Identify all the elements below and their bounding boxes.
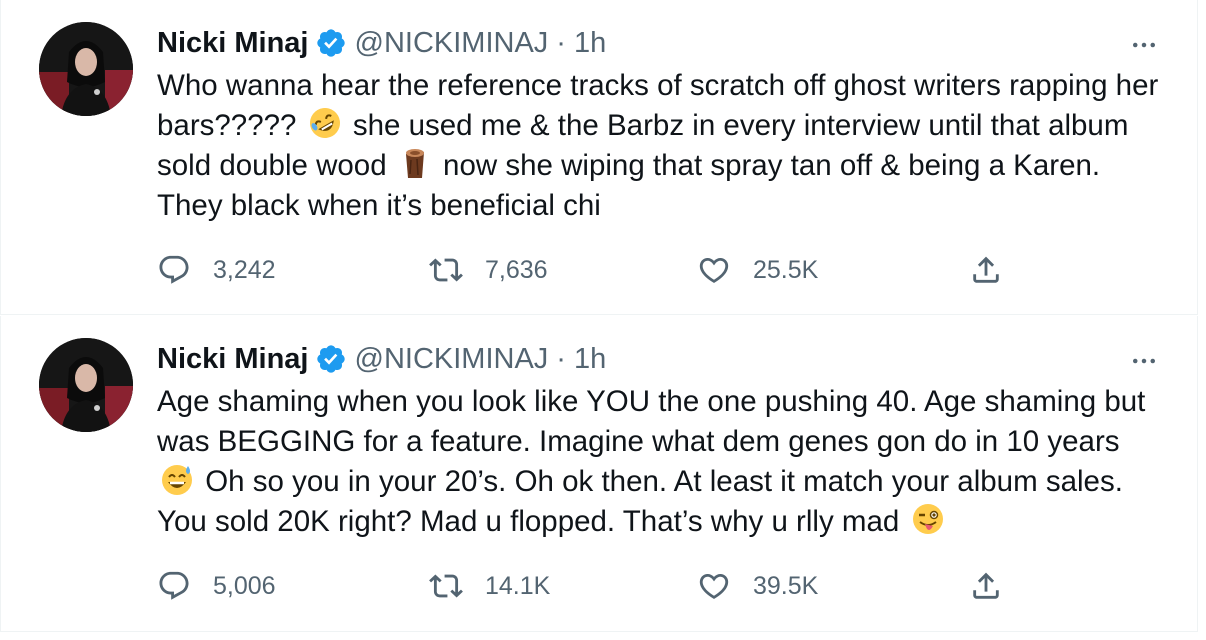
- tweet-actions: 5,006 14.1K 39.5K: [157, 568, 1017, 604]
- tweet-actions: 3,242 7,636 25.5K: [157, 252, 1017, 288]
- wood-log-emoji: [405, 149, 424, 178]
- share-button[interactable]: [969, 568, 1003, 604]
- tweet-header: Nicki Minaj @NICKIMINAJ · 1h: [157, 340, 606, 378]
- separator-dot: ·: [556, 26, 566, 59]
- author-handle[interactable]: @NICKIMINAJ: [355, 343, 549, 376]
- retweet-button[interactable]: 7,636: [429, 252, 548, 288]
- share-button[interactable]: [969, 252, 1003, 288]
- tweet-text-part: Oh so you in your 20’s. Oh ok then. At l…: [157, 465, 1123, 538]
- verified-badge-icon: [316, 345, 345, 373]
- more-icon[interactable]: [1129, 346, 1159, 376]
- tweet-header: Nicki Minaj @NICKIMINAJ · 1h: [157, 24, 606, 62]
- tweet[interactable]: Nicki Minaj @NICKIMINAJ · 1h Age shaming…: [0, 316, 1198, 632]
- rolling-on-floor-laughing-emoji: [309, 108, 340, 138]
- like-button[interactable]: 39.5K: [697, 568, 818, 604]
- retweet-count: 14.1K: [485, 571, 551, 600]
- share-icon: [973, 572, 999, 599]
- author-name[interactable]: Nicki Minaj: [157, 343, 309, 376]
- tweet-feed: Nicki Minaj @NICKIMINAJ · 1h Who wanna h…: [0, 0, 1206, 640]
- like-icon: [699, 573, 729, 599]
- tweet-text-part: Age shaming when you look like YOU the o…: [157, 385, 1146, 458]
- author-handle[interactable]: @NICKIMINAJ: [355, 27, 549, 60]
- retweet-icon: [429, 258, 463, 282]
- reply-button[interactable]: 5,006: [157, 568, 276, 604]
- avatar[interactable]: [39, 338, 133, 432]
- reply-icon: [159, 571, 189, 600]
- timestamp[interactable]: 1h: [574, 27, 606, 60]
- avatar[interactable]: [39, 22, 133, 116]
- timestamp[interactable]: 1h: [574, 343, 606, 376]
- reply-count: 3,242: [213, 255, 276, 284]
- share-icon: [973, 256, 999, 283]
- author-name[interactable]: Nicki Minaj: [157, 27, 309, 60]
- reply-icon: [159, 255, 189, 284]
- reply-count: 5,006: [213, 571, 276, 600]
- tweet-text: Who wanna hear the reference tracks of s…: [157, 66, 1167, 226]
- like-icon: [699, 257, 729, 283]
- verified-badge-icon: [316, 29, 345, 57]
- retweet-icon: [429, 574, 463, 598]
- retweet-button[interactable]: 14.1K: [429, 568, 550, 604]
- tweet-text: Age shaming when you look like YOU the o…: [157, 382, 1167, 542]
- like-count: 39.5K: [753, 571, 819, 600]
- retweet-count: 7,636: [485, 255, 548, 284]
- like-count: 25.5K: [753, 255, 819, 284]
- grinning-sweat-emoji: [162, 465, 192, 495]
- separator-dot: ·: [556, 342, 566, 375]
- like-button[interactable]: 25.5K: [697, 252, 818, 288]
- tweet[interactable]: Nicki Minaj @NICKIMINAJ · 1h Who wanna h…: [0, 0, 1198, 315]
- more-icon[interactable]: [1129, 30, 1159, 60]
- reply-button[interactable]: 3,242: [157, 252, 276, 288]
- winking-tongue-emoji: [912, 504, 943, 534]
